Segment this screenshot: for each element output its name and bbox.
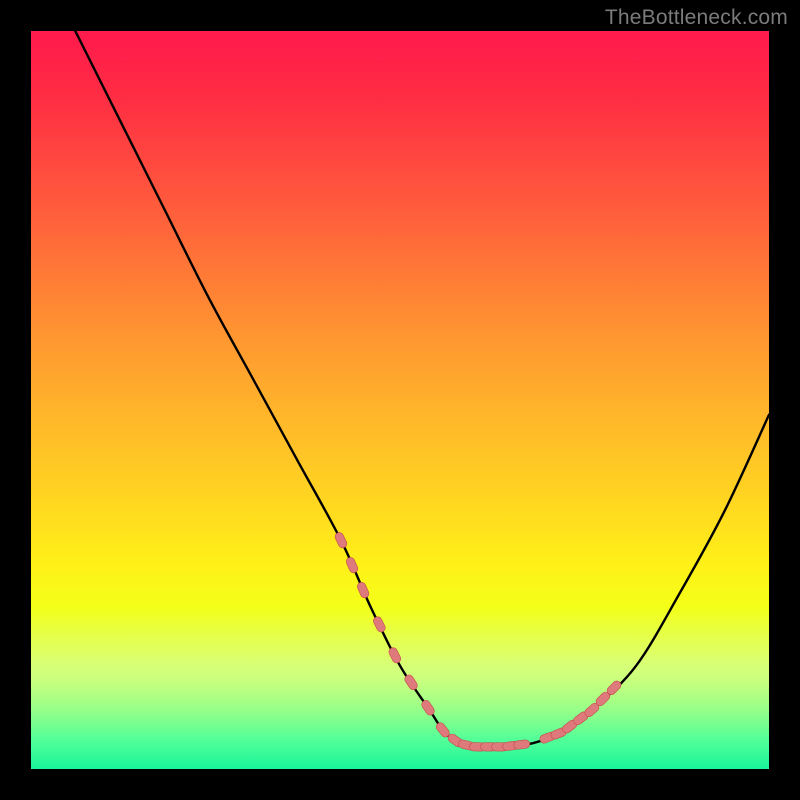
curve-marker [356,581,370,599]
marker-group [334,531,623,751]
chart-frame: TheBottleneck.com [0,0,800,800]
watermark-text: TheBottleneck.com [605,6,788,30]
bottleneck-curve [75,31,769,747]
plot-area [31,31,769,769]
curve-layer [31,31,769,769]
curve-marker [334,531,349,549]
curve-marker [387,646,402,664]
curve-marker [372,615,387,633]
curve-marker [513,739,530,749]
curve-marker [345,556,359,574]
